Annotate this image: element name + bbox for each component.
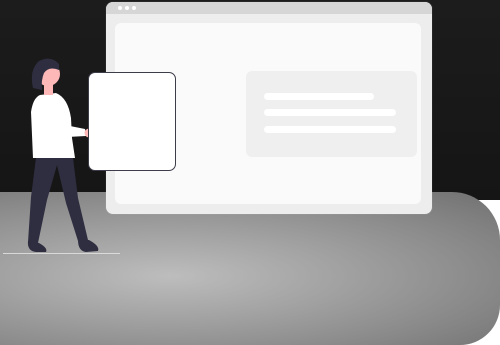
right-shoe xyxy=(78,240,99,252)
arm-sleeve xyxy=(56,96,86,137)
illustration-scene xyxy=(0,0,500,345)
pants xyxy=(28,150,88,243)
held-card xyxy=(88,72,176,171)
person-figure xyxy=(27,58,99,252)
